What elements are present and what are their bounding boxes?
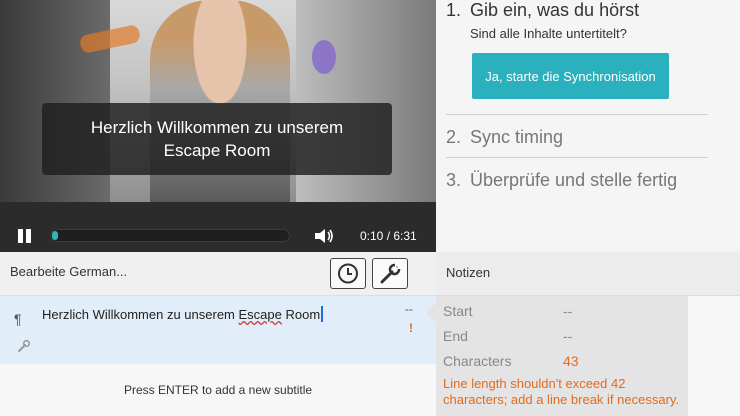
misspelled-word: Escape [238, 307, 282, 322]
end-label: End [443, 328, 468, 344]
enter-hint: Press ENTER to add a new subtitle [123, 383, 313, 397]
pause-button[interactable] [16, 227, 34, 245]
step-1-title: Gib ein, was du hörst [470, 0, 640, 20]
subtitle-timing: -- [405, 302, 413, 316]
step-3-number: 3. [446, 170, 462, 190]
text-cursor [321, 306, 324, 322]
end-value: -- [563, 328, 573, 344]
warning-indicator: ! [409, 321, 413, 335]
wrench-icon [380, 263, 401, 284]
characters-label: Characters [443, 353, 512, 369]
notes-pointer [426, 302, 437, 324]
timing-button[interactable] [330, 258, 366, 289]
notes-margin [688, 296, 740, 416]
step-3[interactable]: 3. Überprüfe und stelle fertig [446, 170, 677, 191]
video-controls [0, 202, 436, 252]
paragraph-icon[interactable]: ¶ [14, 311, 22, 327]
caption-text: Herzlich Willkommen zu unserem Escape Ro… [90, 118, 344, 160]
step-2-title: Sync timing [470, 127, 564, 147]
step-2-number: 2. [446, 127, 462, 147]
step-1-number: 1. [446, 0, 462, 20]
step-divider [446, 157, 708, 158]
step-2[interactable]: 2. Sync timing [446, 127, 563, 148]
start-sync-button[interactable]: Ja, starte die Synchronisation [472, 53, 669, 99]
decoration-bat [312, 40, 336, 74]
notes-title: Notizen [446, 265, 491, 280]
tools-button[interactable] [372, 258, 408, 289]
editor-language-label: Bearbeite German... [10, 264, 128, 279]
caption-overlay: Herzlich Willkommen zu unserem Escape Ro… [42, 103, 392, 175]
time-display: 0:10 / 6:31 [360, 229, 417, 243]
start-value: -- [563, 303, 573, 319]
pause-icon [18, 229, 23, 243]
subtitle-editor-app: Herzlich Willkommen zu unserem Escape Ro… [0, 0, 740, 416]
video-player[interactable]: Herzlich Willkommen zu unserem Escape Ro… [0, 0, 436, 252]
step-3-title: Überprüfe und stelle fertig [470, 170, 678, 190]
step-divider [446, 114, 708, 115]
characters-value: 43 [563, 353, 579, 369]
wrench-icon[interactable] [16, 338, 32, 354]
start-label: Start [443, 303, 473, 319]
subtitle-text-input[interactable]: Herzlich Willkommen zu unserem Escape Ro… [42, 306, 324, 322]
step-1-question: Sind alle Inhalte untertitelt? [470, 26, 627, 41]
progress-fill [52, 231, 58, 240]
volume-icon[interactable] [313, 227, 335, 245]
clock-icon [338, 263, 358, 284]
progress-bar[interactable] [50, 229, 290, 242]
line-length-warning: Line length shouldn't exceed 42 characte… [443, 376, 680, 407]
